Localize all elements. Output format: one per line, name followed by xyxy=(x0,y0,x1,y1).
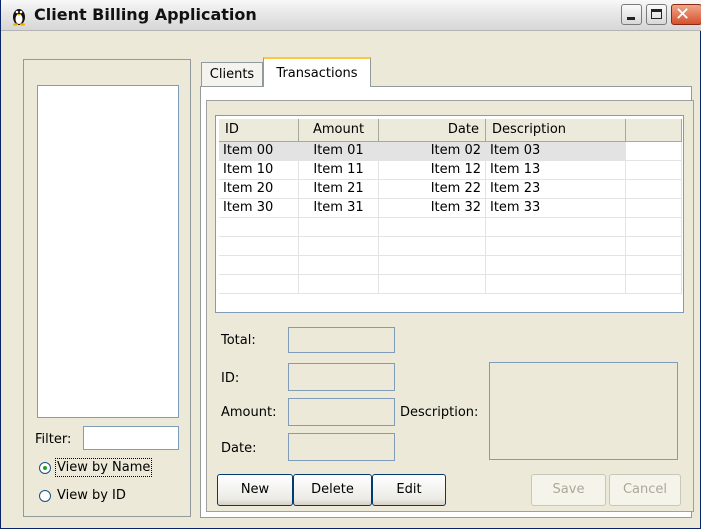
radio-label-view-by-id: View by ID xyxy=(57,488,126,503)
table-body: Item 00 Item 01 Item 02 Item 03 Item 10 Item … xyxy=(219,142,682,294)
table-cell xyxy=(626,161,682,179)
table-row[interactable]: Item 30 Item 31 Item 32 Item 33 xyxy=(219,199,682,218)
table-cell xyxy=(219,218,299,236)
column-header-description[interactable]: Description xyxy=(486,119,626,141)
table-cell: Item 20 xyxy=(219,180,299,198)
maximize-button[interactable] xyxy=(646,4,667,25)
table-cell xyxy=(219,237,299,255)
table-cell xyxy=(379,275,486,293)
table-cell xyxy=(299,237,379,255)
table-cell xyxy=(626,237,682,255)
minimize-button[interactable] xyxy=(621,4,642,25)
table-cell: Item 33 xyxy=(486,199,626,217)
column-header-amount[interactable]: Amount xyxy=(299,119,379,141)
id-field[interactable] xyxy=(288,363,395,391)
table-cell xyxy=(379,237,486,255)
window-title: Client Billing Application xyxy=(34,5,257,24)
tab-transactions[interactable]: Transactions xyxy=(263,57,371,87)
date-label: Date: xyxy=(221,441,257,456)
delete-button[interactable]: Delete xyxy=(293,474,372,506)
table-cell xyxy=(626,256,682,274)
radio-button-checked[interactable] xyxy=(39,461,51,474)
table-cell: Item 00 xyxy=(219,142,299,160)
table-row[interactable] xyxy=(219,275,682,294)
table-cell xyxy=(486,275,626,293)
penguin-icon xyxy=(13,9,25,26)
table-cell xyxy=(299,256,379,274)
table-cell xyxy=(486,218,626,236)
id-label: ID: xyxy=(221,371,240,386)
table-row[interactable]: Item 20 Item 21 Item 22 Item 23 xyxy=(219,180,682,199)
table-cell: Item 21 xyxy=(299,180,379,198)
client-list[interactable] xyxy=(37,85,179,418)
column-header-date[interactable]: Date xyxy=(379,119,486,141)
table-cell: Item 11 xyxy=(299,161,379,179)
cancel-button[interactable]: Cancel xyxy=(609,474,681,506)
table-cell xyxy=(626,275,682,293)
radio-label-view-by-name: View by Name xyxy=(54,458,153,477)
date-field[interactable] xyxy=(288,433,395,461)
radio-view-by-id[interactable]: View by ID xyxy=(39,488,126,503)
table-row[interactable]: Item 00 Item 01 Item 02 Item 03 xyxy=(219,142,682,161)
table-cell: Item 10 xyxy=(219,161,299,179)
table-cell xyxy=(379,218,486,236)
filter-label: Filter: xyxy=(35,432,72,447)
total-label: Total: xyxy=(221,333,256,348)
description-label: Description: xyxy=(400,405,479,420)
table-header: ID Amount Date Description xyxy=(219,119,682,142)
table-cell xyxy=(486,256,626,274)
edit-button[interactable]: Edit xyxy=(372,474,446,506)
table-cell xyxy=(379,256,486,274)
amount-label: Amount: xyxy=(221,405,277,420)
close-button[interactable]: ✕ xyxy=(671,4,701,25)
table-row[interactable] xyxy=(219,218,682,237)
table-row[interactable] xyxy=(219,256,682,275)
new-button[interactable]: New xyxy=(217,474,293,506)
tab-clients[interactable]: Clients xyxy=(201,62,263,86)
minimize-icon xyxy=(627,17,635,20)
table-cell xyxy=(219,275,299,293)
table-cell: Item 30 xyxy=(219,199,299,217)
table-cell xyxy=(486,237,626,255)
table-cell: Item 03 xyxy=(486,142,626,160)
description-field[interactable] xyxy=(489,362,678,460)
close-icon: ✕ xyxy=(675,4,691,25)
column-header-filler xyxy=(626,119,682,141)
amount-field[interactable] xyxy=(288,398,395,426)
table-row[interactable] xyxy=(219,237,682,256)
transactions-table[interactable]: ID Amount Date Description Item 00 Item 0… xyxy=(215,115,684,313)
table-row[interactable]: Item 10 Item 11 Item 12 Item 13 xyxy=(219,161,682,180)
table-cell: Item 01 xyxy=(299,142,379,160)
table-cell: Item 02 xyxy=(379,142,486,160)
title-bar[interactable]: Client Billing Application ✕ xyxy=(1,0,701,31)
maximize-icon xyxy=(651,9,662,19)
table-cell: Item 12 xyxy=(379,161,486,179)
table-cell: Item 32 xyxy=(379,199,486,217)
table-cell xyxy=(299,275,379,293)
total-field[interactable] xyxy=(288,327,395,353)
table-cell xyxy=(299,218,379,236)
save-button[interactable]: Save xyxy=(531,474,606,506)
filter-input[interactable] xyxy=(83,426,179,450)
radio-button[interactable] xyxy=(39,489,51,502)
table-cell: Item 31 xyxy=(299,199,379,217)
table-cell: Item 23 xyxy=(486,180,626,198)
table-cell xyxy=(626,142,682,160)
table-cell xyxy=(219,256,299,274)
table-cell xyxy=(626,199,682,217)
radio-view-by-name[interactable]: View by Name xyxy=(39,458,153,477)
table-cell: Item 13 xyxy=(486,161,626,179)
column-header-id[interactable]: ID xyxy=(219,119,299,141)
table-cell xyxy=(626,180,682,198)
table-cell: Item 22 xyxy=(379,180,486,198)
table-cell xyxy=(626,218,682,236)
app-window: Client Billing Application ✕ Filter: Vie… xyxy=(0,0,701,529)
